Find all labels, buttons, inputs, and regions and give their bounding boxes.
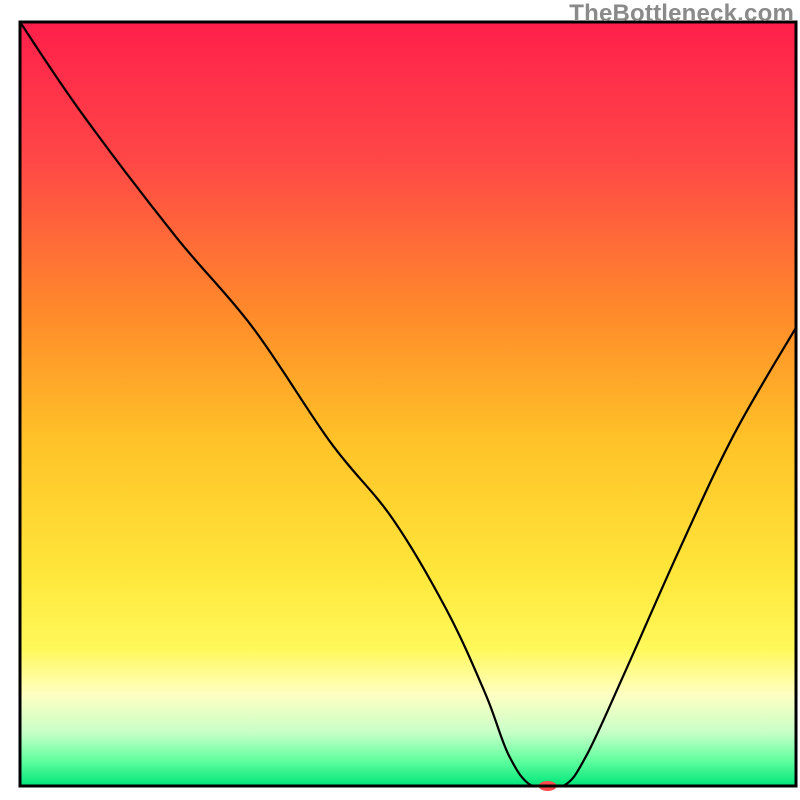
plot-area [20, 22, 796, 791]
gradient-background [20, 22, 796, 786]
chart-container: TheBottleneck.com [0, 0, 800, 800]
watermark-text: TheBottleneck.com [569, 0, 794, 28]
bottleneck-chart [0, 0, 800, 800]
